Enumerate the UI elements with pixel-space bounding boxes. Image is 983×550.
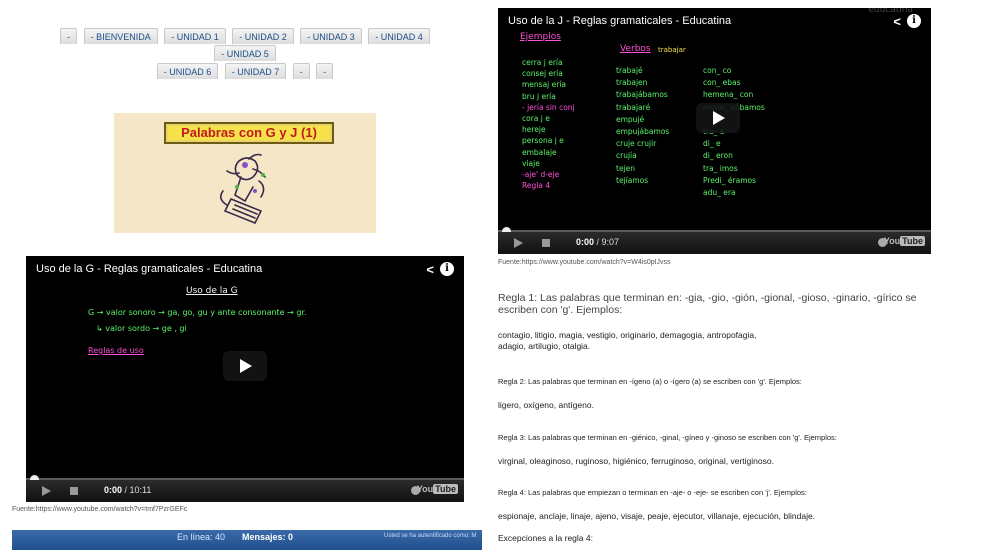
tab-unidad-7[interactable]: - UNIDAD 7 xyxy=(224,63,287,79)
rule-4: Regla 4: Las palabras que empiezan o ter… xyxy=(498,488,807,497)
time-total: / 9:07 xyxy=(596,237,620,247)
chalk-word: di_ e xyxy=(703,139,721,149)
chalk-word: cerra j ería xyxy=(522,58,563,67)
tab-unidad-3[interactable]: - UNIDAD 3 xyxy=(300,28,362,44)
video-title[interactable]: Uso de la J - Reglas gramaticales - Educ… xyxy=(508,15,731,27)
chalk-word: trabajen xyxy=(616,78,648,88)
chalk-word: con_ co xyxy=(703,66,732,75)
chalk-word: -aje' d-eje xyxy=(522,170,560,179)
watermark: educatina xyxy=(868,8,913,15)
tab-unidad-1[interactable]: - UNIDAD 1 xyxy=(164,28,226,44)
source-link-g[interactable]: Fuente:https://www.youtube.com/watch?v=t… xyxy=(12,506,187,513)
time-total: / 10:11 xyxy=(124,485,152,495)
youtube-logo-icon[interactable]: You Tube xyxy=(417,484,458,494)
chalk-word: tra_ imos xyxy=(703,163,738,173)
chalk-heading: Uso de la G xyxy=(186,286,238,296)
chalk-word: persona j e xyxy=(522,136,564,146)
tab-unidad-2[interactable]: - UNIDAD 2 xyxy=(232,28,294,44)
chalk-word: bru j ería xyxy=(522,91,556,101)
time-current: 0:00 xyxy=(576,237,595,247)
time-display: 0:00 / 10:11 xyxy=(104,485,151,495)
player-controls: 0:00 / 10:11 You Tube xyxy=(26,480,464,502)
chalk-word: crujía xyxy=(616,151,637,161)
tab-unidad-5[interactable]: - UNIDAD 5 xyxy=(214,45,276,61)
rule-3: Regla 3: Las palabras que terminan en -g… xyxy=(498,433,837,442)
chalk-word: cruje crujir xyxy=(616,139,657,149)
chalk-word: trabajé xyxy=(616,66,643,75)
chalk-word: mensaj ería xyxy=(522,80,567,90)
play-icon[interactable] xyxy=(42,486,51,496)
rule-1-examples-a: contagio, litigio, magia, vestigio, orig… xyxy=(498,330,757,340)
chalk-line-3: Reglas de uso xyxy=(88,346,144,355)
rule-1: Regla 1: Las palabras que terminan en: -… xyxy=(498,292,917,316)
volume-icon[interactable] xyxy=(542,239,550,247)
chalk-word: hereje xyxy=(522,125,546,135)
chalk-word: tejen xyxy=(616,163,636,173)
chalk-trabajar: trabajar xyxy=(658,46,686,54)
share-icon[interactable]: < xyxy=(893,14,901,29)
time-display: 0:00 / 9:07 xyxy=(576,237,619,247)
chalk-word: con_ ebas xyxy=(703,78,741,88)
writer-illustration-icon xyxy=(219,153,266,225)
tab-dash-2[interactable]: - xyxy=(292,63,310,79)
chalk-word: tejíamos xyxy=(616,175,649,185)
chalk-word: adu_ era xyxy=(703,188,736,197)
rule-2: Regla 2: Las palabras que terminan en -í… xyxy=(498,377,802,386)
rule-2-examples: ligero, oxígeno, antígeno. xyxy=(498,400,594,410)
chalk-word: Predi_ éramos xyxy=(703,175,756,185)
unit-tabs: - - BIENVENIDA - UNIDAD 1 - UNIDAD 2 - U… xyxy=(30,28,460,81)
video-player-g[interactable]: Uso de la G - Reglas gramaticales - Educ… xyxy=(26,256,464,502)
chalk-word: trabajaré xyxy=(616,102,651,112)
tab-row-1: - - BIENVENIDA - UNIDAD 1 - UNIDAD 2 - U… xyxy=(30,28,460,62)
tab-unidad-6[interactable]: - UNIDAD 6 xyxy=(156,63,219,79)
messages-count[interactable]: Mensajes: 0 xyxy=(242,532,293,542)
tab-unidad-4[interactable]: - UNIDAD 4 xyxy=(368,28,430,44)
online-count: En línea: 40 xyxy=(177,532,226,542)
source-link-j[interactable]: Fuente:https://www.youtube.com/watch?v=W… xyxy=(498,259,671,266)
info-icon[interactable]: i xyxy=(907,14,921,28)
chalk-word: viaje xyxy=(522,158,540,168)
chalk-word: hemena_ con xyxy=(703,90,754,100)
video-title[interactable]: Uso de la G - Reglas gramaticales - Educ… xyxy=(36,263,262,275)
share-icon[interactable]: < xyxy=(426,262,434,277)
tab-bienvenida[interactable]: - BIENVENIDA xyxy=(83,28,158,44)
player-controls: 0:00 / 9:07 You Tube xyxy=(498,232,931,254)
play-button[interactable] xyxy=(696,103,740,133)
chalk-heading: Ejemplos xyxy=(520,32,561,42)
chalk-word: consej ería xyxy=(522,69,563,79)
chalk-word: empujé xyxy=(616,114,645,124)
video-player-j[interactable]: educatina Uso de la J - Reglas gramatica… xyxy=(498,8,931,254)
auth-status: Usted se ha autentificado como: M xyxy=(384,533,477,539)
volume-icon[interactable] xyxy=(70,487,78,495)
play-button[interactable] xyxy=(223,351,267,381)
time-current: 0:00 xyxy=(104,485,123,495)
chalk-word: cora j e xyxy=(522,114,550,123)
youtube-logo-icon[interactable]: You Tube xyxy=(884,236,925,246)
chalk-line-2: ↳ valor sordo → ge , gi xyxy=(96,324,187,333)
chalk-word: embalaje xyxy=(522,147,557,157)
banner-title: Palabras con G y J (1) xyxy=(164,122,334,144)
chalk-verbos: Verbos xyxy=(620,44,651,54)
lesson-banner: Palabras con G y J (1) xyxy=(114,113,376,233)
chalk-word: Regla 4 xyxy=(522,181,551,191)
play-icon[interactable] xyxy=(514,238,523,248)
chalk-word: - jería sin conj xyxy=(522,102,575,112)
tab-dash-3[interactable]: - xyxy=(316,63,334,79)
tab-row-2: - UNIDAD 6 - UNIDAD 7 - - xyxy=(30,63,460,80)
status-bar: En línea: 40 Mensajes: 0 Usted se ha aut… xyxy=(12,530,482,550)
chalk-line-1: G → valor sonoro → ga, go, gu y ante con… xyxy=(88,308,307,317)
rule-3-examples: virginal, oleaginoso, ruginoso, higiénic… xyxy=(498,456,774,466)
chalk-word: trabajábamos xyxy=(616,90,668,100)
chalk-word: di_ eron xyxy=(703,151,733,161)
rule-1-examples-b: adagio, artilugio, otalgia. xyxy=(498,341,591,351)
tab-dash[interactable]: - xyxy=(60,28,78,44)
rule-4-exceptions: Excepciones a la regla 4: xyxy=(498,533,593,543)
rule-4-examples: espionaje, anclaje, linaje, ajeno, visaj… xyxy=(498,511,816,521)
chalk-word: empujábamos xyxy=(616,127,670,136)
info-icon[interactable]: i xyxy=(440,262,454,276)
